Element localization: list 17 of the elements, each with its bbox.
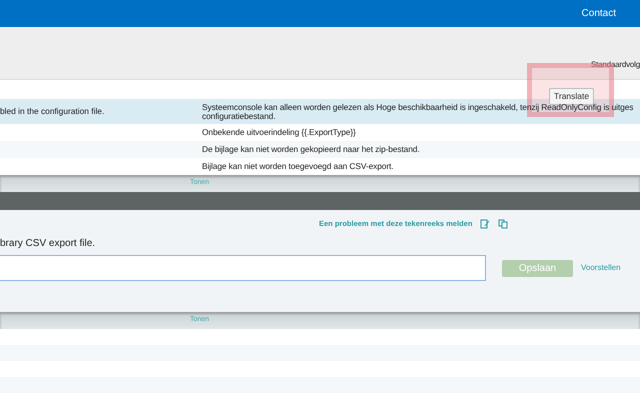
string-row[interactable]: Bijlage kan niet worden toegevoegd aan CSV-export. xyxy=(0,158,640,175)
translation-text: Systeemconsole kan alleen worden gelezen als Hoge beschikbaarheid is ingeschakeld, tenzij ReadOnlyConfig is uitges configuratiebestand. xyxy=(201,102,634,120)
suggest-link[interactable]: Voorstellen xyxy=(581,262,621,274)
copy-icon[interactable] xyxy=(498,218,508,229)
source-string: brary CSV export file. xyxy=(0,237,96,252)
string-row[interactable]: bled in the configuration file. Systeemconsole kan alleen worden gelezen als Hoge beschikbaarheid is ingeschakeld, tenzij ReadOnlyConfig is uitges configuratiebestand. xyxy=(0,99,640,124)
edit-icon[interactable] xyxy=(480,218,490,229)
string-row[interactable]: De bijlage kan niet worden gekopieerd naar het zip-bestand. xyxy=(0,141,640,158)
source-text: bled in the configuration file. xyxy=(0,106,104,116)
translation-text: Onbekende uitvoerindeling {{.ExportType}} xyxy=(201,128,356,137)
translation-field[interactable] xyxy=(0,255,486,282)
translation-text: De bijlage kan niet worden gekopieerd naar het zip-bestand. xyxy=(201,145,420,154)
nav-link[interactable]: Contact xyxy=(582,6,616,21)
sort-label: Standaardvolg xyxy=(591,59,640,71)
translate-button[interactable]: Translate xyxy=(549,88,594,105)
translation-text: Bijlage kan niet worden toegevoegd aan CSV-export. xyxy=(201,162,394,171)
string-row[interactable]: Onbekende uitvoerindeling {{.ExportType}} xyxy=(0,124,640,141)
